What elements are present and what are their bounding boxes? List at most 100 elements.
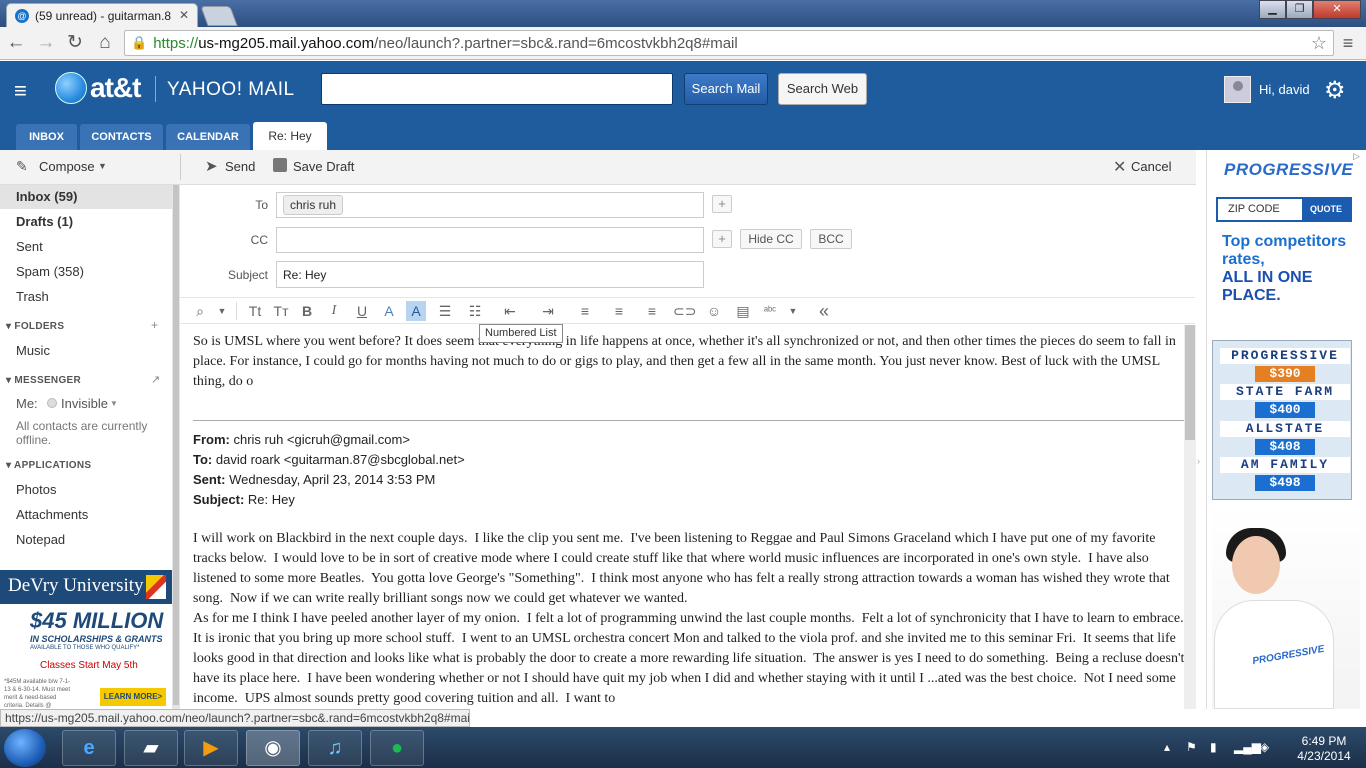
cc-field[interactable]: [276, 227, 704, 253]
reload-icon[interactable]: ↻: [63, 31, 87, 55]
expand-right-icon[interactable]: ›: [1197, 456, 1200, 466]
hide-cc-button[interactable]: Hide CC: [740, 229, 802, 249]
chevron-down-icon[interactable]: ▼: [98, 161, 107, 171]
body-scrollbar[interactable]: [1184, 325, 1196, 709]
chevron-down-icon[interactable]: ▼: [783, 301, 803, 321]
media-player-icon[interactable]: ▶: [184, 730, 238, 766]
sidebar-item-trash[interactable]: Trash: [16, 289, 49, 304]
browser-menu-icon[interactable]: ≡: [1338, 33, 1358, 53]
save-draft-button[interactable]: Save Draft: [293, 159, 354, 174]
maximize-window-button[interactable]: ❐: [1286, 0, 1313, 19]
close-window-button[interactable]: ✕: [1313, 0, 1361, 19]
decrease-indent-icon[interactable]: ⇤: [497, 301, 523, 321]
chevron-down-icon[interactable]: ▼: [212, 301, 232, 321]
tab-calendar[interactable]: CALENDAR: [166, 124, 250, 150]
bold-icon[interactable]: B: [297, 301, 317, 321]
chrome-icon[interactable]: ◉: [246, 730, 300, 766]
forward-icon[interactable]: →: [34, 31, 58, 55]
quote-button[interactable]: QUOTE: [1302, 199, 1350, 220]
sidebar-item-notepad[interactable]: Notepad: [16, 532, 65, 547]
add-folder-icon[interactable]: +: [151, 318, 158, 332]
url-bar[interactable]: 🔒 https:// us-mg205.mail.yahoo.com /neo/…: [124, 30, 1334, 56]
back-icon[interactable]: ←: [4, 31, 28, 55]
align-center-icon[interactable]: ≡: [609, 301, 629, 321]
start-button[interactable]: [4, 729, 46, 767]
sidebar-item-sent[interactable]: Sent: [16, 239, 43, 254]
body-scroll-thumb[interactable]: [1185, 325, 1195, 440]
chevron-down-icon[interactable]: ▼: [110, 399, 118, 408]
add-recipient-button[interactable]: +: [712, 195, 732, 213]
collapse-toolbar-icon[interactable]: «: [814, 301, 834, 321]
dropbox-icon[interactable]: ◈: [1260, 740, 1269, 754]
user-greeting[interactable]: Hi, david: [1259, 82, 1310, 97]
file-explorer-icon[interactable]: ▰: [124, 730, 178, 766]
sidebar-item-spam[interactable]: Spam (358): [16, 264, 84, 279]
add-cc-button[interactable]: +: [712, 230, 732, 248]
increase-indent-icon[interactable]: ⇥: [535, 301, 561, 321]
close-icon[interactable]: ✕: [1113, 157, 1126, 177]
folders-header[interactable]: ▾ FOLDERS: [6, 321, 64, 332]
text-color-icon[interactable]: A: [379, 301, 399, 321]
underline-icon[interactable]: U: [352, 301, 372, 321]
italic-icon[interactable]: I: [324, 301, 344, 321]
emoji-icon[interactable]: ☺: [704, 301, 724, 321]
link-icon[interactable]: ⊂⊃: [673, 301, 696, 321]
search-mail-button[interactable]: Search Mail: [684, 73, 768, 105]
bulleted-list-icon[interactable]: ☰: [435, 301, 455, 321]
messenger-header[interactable]: ▾ MESSENGER: [6, 375, 81, 386]
action-center-icon[interactable]: ⚑: [1186, 740, 1197, 754]
itunes-icon[interactable]: ♫: [308, 730, 362, 766]
spellcheck-icon[interactable]: ᵃᵇᶜ: [760, 301, 780, 321]
sidebar-item-drafts[interactable]: Drafts (1): [16, 214, 73, 229]
tab-contacts[interactable]: CONTACTS: [80, 124, 163, 150]
cancel-button[interactable]: Cancel: [1131, 159, 1171, 174]
sidebar-item-inbox[interactable]: Inbox (59): [16, 189, 77, 204]
hamburger-menu-icon[interactable]: ≡: [14, 78, 27, 104]
search-input[interactable]: [321, 73, 673, 105]
quoted-to-label: To:: [193, 452, 213, 467]
sidebar-item-music[interactable]: Music: [16, 343, 50, 358]
bookmark-star-icon[interactable]: ☆: [1311, 33, 1327, 54]
attach-icon[interactable]: ⌕: [190, 301, 210, 321]
quoted-body: I will work on Blackbird in the next cou…: [193, 531, 1185, 706]
battery-icon[interactable]: ▮: [1210, 740, 1217, 754]
sidebar-item-attachments[interactable]: Attachments: [16, 507, 88, 522]
highlight-color-icon[interactable]: A: [406, 301, 426, 321]
align-right-icon[interactable]: ≡: [642, 301, 662, 321]
avatar[interactable]: [1224, 76, 1251, 103]
yahoo-mail-logo: YAHOO! MAIL: [167, 79, 295, 100]
spotify-icon[interactable]: ●: [370, 730, 424, 766]
compose-button[interactable]: Compose: [39, 159, 95, 174]
sidebar-item-photos[interactable]: Photos: [16, 482, 56, 497]
reply-text[interactable]: So is UMSL where you went before? It doe…: [193, 332, 1178, 392]
status-dropdown[interactable]: Invisible: [61, 396, 108, 411]
sidebar-scroll-thumb[interactable]: [173, 185, 179, 705]
gear-icon[interactable]: ⚙: [1324, 76, 1346, 105]
send-button[interactable]: Send: [225, 159, 255, 174]
search-web-button[interactable]: Search Web: [778, 73, 867, 105]
rate-brand: STATE FARM: [1220, 384, 1350, 400]
align-left-icon[interactable]: ≡: [575, 301, 595, 321]
sidebar-scrollbar[interactable]: [172, 185, 180, 709]
home-icon[interactable]: ⌂: [93, 31, 117, 55]
browser-tab-active[interactable]: @ (59 unread) - guitarman.8 ✕: [6, 3, 198, 27]
font-size-icon[interactable]: Tт: [271, 301, 291, 321]
applications-header[interactable]: ▾ APPLICATIONS: [6, 460, 91, 471]
taskbar-clock[interactable]: 6:49 PM 4/23/2014: [1288, 734, 1360, 764]
stationery-icon[interactable]: ▤: [733, 301, 753, 321]
font-family-icon[interactable]: Tt: [245, 301, 265, 321]
close-tab-icon[interactable]: ✕: [179, 8, 189, 22]
tray-expand-icon[interactable]: ▴: [1164, 740, 1170, 754]
recipient-chip[interactable]: chris ruh: [283, 195, 344, 215]
subject-field[interactable]: Re: Hey: [276, 261, 704, 288]
popout-icon[interactable]: ↗: [151, 373, 160, 386]
ad-choices-icon[interactable]: ▷: [1353, 151, 1360, 162]
tab-compose-re-hey[interactable]: Re: Hey: [253, 122, 327, 150]
network-icon[interactable]: ▂▄▆: [1234, 740, 1261, 754]
bcc-button[interactable]: BCC: [810, 229, 852, 249]
tab-inbox[interactable]: INBOX: [16, 124, 77, 150]
internet-explorer-icon[interactable]: e: [62, 730, 116, 766]
devry-learn-more-button[interactable]: LEARN MORE>: [100, 688, 166, 706]
minimize-window-button[interactable]: ▁: [1259, 0, 1286, 19]
numbered-list-icon[interactable]: ☷: [465, 301, 485, 321]
